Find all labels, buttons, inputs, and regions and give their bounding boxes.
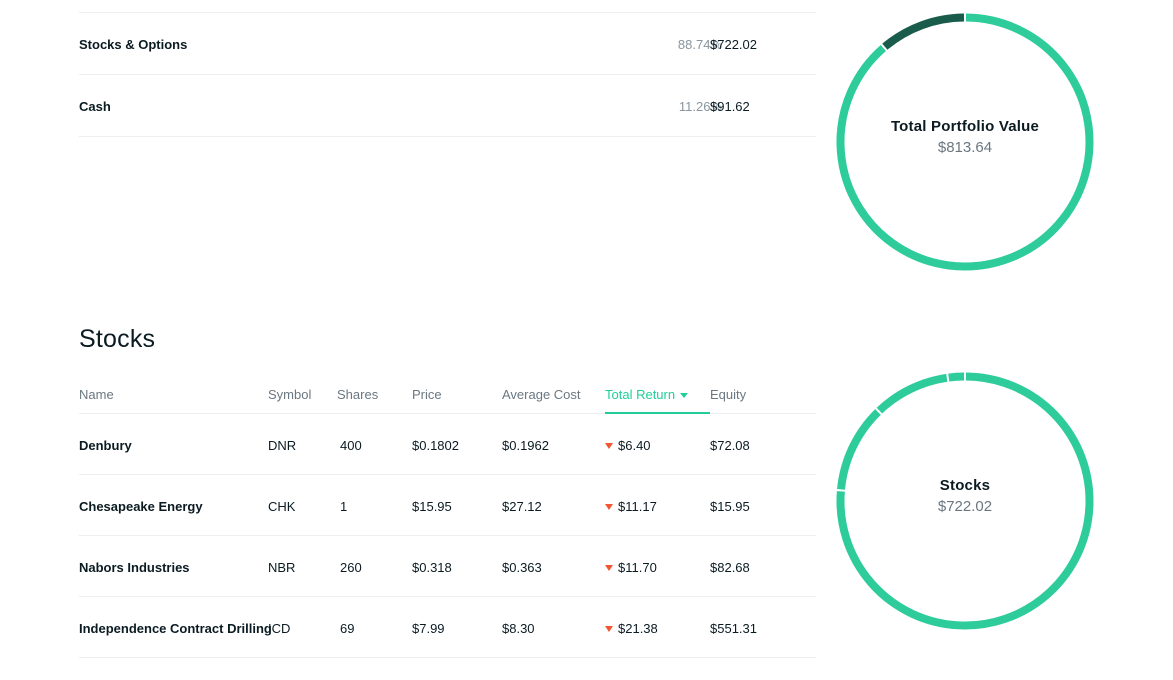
column-header-average-cost[interactable]: Average Cost	[502, 387, 581, 402]
stocks-section-title: Stocks	[79, 325, 156, 353]
allocation-percent: 11.26%	[678, 99, 722, 114]
stock-symbol: NBR	[268, 560, 296, 575]
stock-total-return: $11.70	[605, 560, 657, 575]
allocation-value: $722.02	[710, 37, 757, 52]
column-header-shares[interactable]: Shares	[337, 387, 378, 402]
allocation-row-stocks-options: Stocks & Options 88.74% $722.02	[79, 13, 816, 75]
down-triangle-icon	[605, 443, 613, 449]
portfolio-donut-chart: Total Portfolio Value $813.64	[833, 10, 1097, 274]
donut-segment[interactable]	[948, 372, 965, 382]
allocation-name: Cash	[79, 99, 111, 114]
total-return-value: $6.40	[618, 438, 651, 453]
stock-price: $7.99	[412, 621, 445, 636]
stock-name: Denbury	[79, 438, 132, 453]
portfolio-page: Stocks & Options 88.74% $722.02 Cash 11.…	[0, 0, 1173, 680]
donut-value: $722.02	[937, 498, 993, 515]
donut-center-label: Stocks $722.02	[833, 477, 1097, 515]
stock-total-return: $11.17	[605, 499, 657, 514]
down-triangle-icon	[605, 565, 613, 571]
stocks-table-header: Name Symbol Shares Price Average Cost To…	[79, 378, 816, 414]
stock-average-cost: $8.30	[502, 621, 535, 636]
allocation-name: Stocks & Options	[79, 37, 188, 52]
donut-segment[interactable]	[876, 373, 948, 414]
down-triangle-icon	[605, 626, 613, 632]
stock-shares: 69	[340, 621, 355, 636]
stock-symbol: ICD	[268, 621, 291, 636]
allocation-value: $91.62	[710, 99, 750, 114]
stock-shares: 400	[340, 438, 362, 453]
donut-title: Total Portfolio Value	[890, 118, 1040, 135]
donut-title: Stocks	[939, 477, 991, 494]
stock-name: Nabors Industries	[79, 560, 190, 575]
column-header-total-return[interactable]: Total Return	[605, 387, 689, 402]
table-row[interactable]: Denbury DNR 400 $0.1802 $0.1962 $6.40 $7…	[79, 414, 816, 475]
stock-symbol: CHK	[268, 499, 296, 514]
column-header-name[interactable]: Name	[79, 387, 114, 402]
stock-equity: $551.31	[710, 621, 757, 636]
caret-down-icon	[680, 393, 689, 398]
allocation-table: Stocks & Options 88.74% $722.02 Cash 11.…	[79, 12, 816, 137]
column-header-symbol[interactable]: Symbol	[268, 387, 311, 402]
stock-equity: $82.68	[710, 560, 750, 575]
donut-segment[interactable]	[882, 13, 965, 50]
allocation-row-cash: Cash 11.26% $91.62	[79, 75, 816, 137]
stock-shares: 260	[340, 560, 362, 575]
stock-average-cost: $27.12	[502, 499, 542, 514]
stock-price: $15.95	[412, 499, 452, 514]
table-row[interactable]: Nabors Industries NBR 260 $0.318 $0.363 …	[79, 536, 816, 597]
stock-average-cost: $0.1962	[502, 438, 549, 453]
stock-equity: $15.95	[710, 499, 750, 514]
donut-center-label: Total Portfolio Value $813.64	[833, 118, 1097, 156]
stock-total-return: $21.38	[605, 621, 658, 636]
stock-symbol: DNR	[268, 438, 297, 453]
stock-equity: $72.08	[710, 438, 750, 453]
stock-price: $0.1802	[412, 438, 459, 453]
stock-name: Chesapeake Energy	[79, 499, 203, 514]
stocks-donut-chart: Stocks $722.02	[833, 369, 1097, 633]
stock-shares: 1	[340, 499, 348, 514]
stocks-table: Name Symbol Shares Price Average Cost To…	[79, 378, 816, 658]
column-header-label: Total Return	[605, 387, 676, 402]
down-triangle-icon	[605, 504, 613, 510]
allocation-percent: 88.74%	[677, 37, 722, 52]
total-return-value: $11.17	[618, 499, 657, 514]
column-header-price[interactable]: Price	[412, 387, 442, 402]
stock-average-cost: $0.363	[502, 560, 542, 575]
donut-value: $813.64	[937, 139, 993, 156]
total-return-value: $21.38	[618, 621, 658, 636]
stock-total-return: $6.40	[605, 438, 651, 453]
table-row[interactable]: Independence Contract Drilling ICD 69 $7…	[79, 597, 816, 658]
column-header-equity[interactable]: Equity	[710, 387, 746, 402]
table-row[interactable]: Chesapeake Energy CHK 1 $15.95 $27.12 $1…	[79, 475, 816, 536]
stock-price: $0.318	[412, 560, 452, 575]
stock-name: Independence Contract Drilling	[79, 621, 272, 636]
total-return-value: $11.70	[618, 560, 657, 575]
